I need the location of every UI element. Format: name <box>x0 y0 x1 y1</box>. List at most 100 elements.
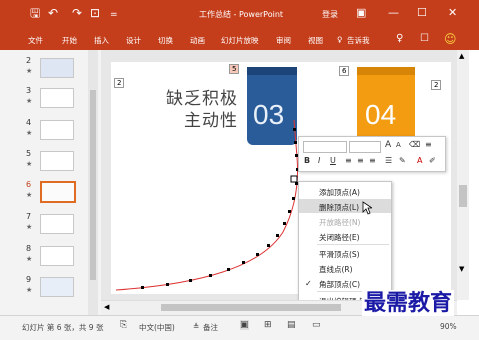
zoom-level[interactable]: 90% <box>440 322 457 331</box>
scroll-down-icon[interactable]: ▼ <box>459 265 464 273</box>
menu-item-close-path[interactable]: 关闭路径(E) <box>299 229 391 243</box>
path-line[interactable] <box>115 119 299 291</box>
undo-icon[interactable]: ↶ <box>48 6 58 20</box>
thumbnail-number: 5 <box>26 149 32 158</box>
language-indicator[interactable]: 中文(中国) <box>139 322 175 333</box>
thumbnail-image[interactable] <box>40 246 74 266</box>
mini-format-toolbar: A A ⌫ ≡ B I U ≡ ≡ ≡ ☰ ✎ A ✐ <box>298 136 446 172</box>
scroll-thumb[interactable] <box>161 304 341 311</box>
font-color-icon[interactable]: A <box>417 156 422 165</box>
grow-font-icon[interactable]: A <box>385 140 391 150</box>
tab-transitions[interactable]: 切换 <box>158 35 173 46</box>
save-icon[interactable]: 🖫 <box>30 6 40 20</box>
slideshow-view-icon[interactable]: ▭ <box>312 320 321 330</box>
thumbnail-image[interactable] <box>40 214 74 234</box>
menu-item-corner-point[interactable]: ✓ 角部顶点(C) <box>299 276 391 290</box>
align-center-icon[interactable]: ≡ <box>357 156 364 165</box>
spellcheck-icon[interactable]: ⎘ <box>120 320 127 330</box>
selected-vertex[interactable] <box>290 175 298 183</box>
thumbnail-image[interactable] <box>40 88 74 108</box>
normal-view-icon[interactable]: ▣ <box>240 320 249 330</box>
star-icon: ★ <box>26 97 33 105</box>
italic-button[interactable]: I <box>318 156 320 165</box>
tab-file[interactable]: 文件 <box>28 35 43 46</box>
minimize-button[interactable]: — <box>388 6 399 19</box>
vertical-scrollbar[interactable]: ▲ ▼ <box>457 50 469 300</box>
tab-animations[interactable]: 动画 <box>190 35 205 46</box>
share-icon[interactable]: ♀ <box>396 33 403 44</box>
vertex-handle[interactable] <box>256 253 259 256</box>
menu-item-straight-point[interactable]: 直线点(R) <box>299 261 391 275</box>
thumbnail-scrollbar[interactable] <box>88 50 98 315</box>
font-size-box[interactable] <box>349 141 381 153</box>
bullets-icon[interactable]: ≡ <box>425 140 432 149</box>
scroll-thumb[interactable] <box>459 185 467 207</box>
thumbnail-number: 2 <box>26 56 32 65</box>
slide-thumbnail-pane[interactable]: 2 ★ 3 ★ 4 ★ 5 ★ 6 ★ 7 ★ 8 ★ 9 ★ <box>0 50 102 315</box>
tab-design[interactable]: 设计 <box>126 35 141 46</box>
format-painter-icon[interactable]: ✐ <box>429 156 436 165</box>
align-left-icon[interactable]: ≡ <box>345 156 352 165</box>
tell-me-icon[interactable]: ♀ <box>337 35 343 44</box>
path-vertices[interactable] <box>141 128 299 289</box>
menu-item-smooth-point[interactable]: 平滑顶点(S) <box>299 246 391 260</box>
ribbon-display-icon[interactable]: ▣ <box>356 6 366 19</box>
vertex-handle[interactable] <box>141 286 144 289</box>
smiley-icon[interactable]: ☺ <box>444 32 457 46</box>
vertex-handle[interactable] <box>267 244 270 247</box>
notes-button[interactable]: 备注 <box>203 322 218 333</box>
highlight-icon[interactable]: ✎ <box>399 156 406 165</box>
vertex-handle[interactable] <box>292 197 295 200</box>
vertex-handle[interactable] <box>294 141 297 144</box>
vertex-handle[interactable] <box>227 268 230 271</box>
vertex-handle[interactable] <box>283 222 286 225</box>
comment-icon[interactable]: ☐ <box>420 33 429 44</box>
tab-review[interactable]: 审阅 <box>276 35 291 46</box>
reading-view-icon[interactable]: ▤ <box>287 320 296 330</box>
tell-me-box[interactable]: 告诉我 <box>347 35 370 46</box>
thumbnail-number: 8 <box>26 244 32 253</box>
line-spacing-icon[interactable]: ☰ <box>385 156 392 165</box>
menu-item-add-vertex[interactable]: 添加顶点(A) <box>299 184 391 198</box>
watermark-logo: 最需教育 <box>362 290 455 316</box>
underline-button[interactable]: U <box>330 156 336 165</box>
menu-item-delete-vertex[interactable]: 删除顶点(L) <box>299 199 391 213</box>
scroll-thumb[interactable] <box>90 90 96 280</box>
tab-home[interactable]: 开始 <box>62 35 77 46</box>
motion-path[interactable] <box>111 62 451 294</box>
vertex-handle[interactable] <box>288 210 291 213</box>
redo-icon[interactable]: ↷ <box>72 6 82 20</box>
present-from-start-icon[interactable]: ⊡ <box>90 6 100 20</box>
clear-format-icon[interactable]: ⌫ <box>409 140 420 149</box>
vertex-handle[interactable] <box>293 128 296 131</box>
thumbnail-number: 3 <box>26 86 32 95</box>
login-link[interactable]: 登录 <box>322 9 338 20</box>
maximize-button[interactable]: ☐ <box>417 6 427 19</box>
font-name-box[interactable] <box>303 141 347 153</box>
scroll-left-icon[interactable]: ◀ <box>104 303 109 311</box>
tab-view[interactable]: 视图 <box>308 35 323 46</box>
vertex-handle[interactable] <box>209 274 212 277</box>
thumbnail-image[interactable] <box>40 120 74 140</box>
vertex-handle[interactable] <box>276 234 279 237</box>
close-button[interactable]: ✕ <box>448 6 457 19</box>
vertex-handle[interactable] <box>242 261 245 264</box>
align-right-icon[interactable]: ≡ <box>369 156 376 165</box>
slide-sorter-icon[interactable]: ⊞ <box>264 320 272 330</box>
thumbnail-image[interactable] <box>40 277 74 297</box>
vertex-handle[interactable] <box>166 283 169 286</box>
customize-quick-access-icon[interactable]: = <box>110 8 118 22</box>
star-icon: ★ <box>26 67 33 75</box>
slide-canvas[interactable]: 2 缺乏积极 主动性 03 5 04 6 2 <box>101 50 457 300</box>
thumbnail-image[interactable] <box>40 151 74 171</box>
thumbnail-image[interactable] <box>40 58 74 78</box>
scroll-up-icon[interactable]: ▲ <box>459 52 464 60</box>
slide[interactable]: 2 缺乏积极 主动性 03 5 04 6 2 <box>111 62 451 294</box>
tab-insert[interactable]: 插入 <box>94 35 109 46</box>
vertex-handle[interactable] <box>189 279 192 282</box>
bold-button[interactable]: B <box>304 156 310 165</box>
tab-slideshow[interactable]: 幻灯片放映 <box>221 35 259 46</box>
notes-icon[interactable]: ≜ <box>193 322 199 331</box>
shrink-font-icon[interactable]: A <box>396 141 401 149</box>
thumbnail-image[interactable] <box>40 181 76 203</box>
